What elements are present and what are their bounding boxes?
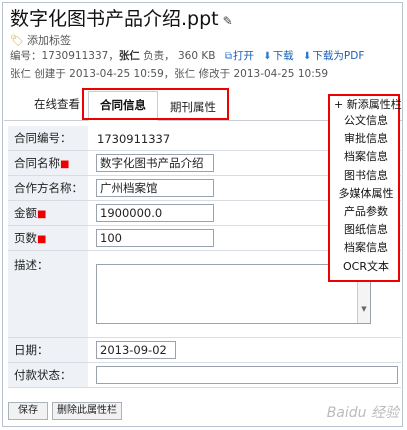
label-date: 日期： [8, 338, 88, 362]
edit-pencil-icon[interactable]: ✎ [223, 14, 233, 28]
input-amount[interactable]: 1900000.0 [96, 204, 214, 222]
owner-name: 张仁 [118, 50, 140, 62]
input-pages[interactable]: 100 [96, 229, 214, 247]
new-attr-list: 公文信息 审批信息 档案信息 图书信息 多媒体属性 产品参数 图纸信息 档案信息… [337, 112, 395, 276]
open-icon: ⧉ [224, 51, 232, 62]
tag-icon: 🏷 [10, 34, 24, 47]
doc-meta-line: 编号：1730911337，张仁 负责， 360 KB ⧉打开 ⬇下载 ⬇下载为… [10, 50, 365, 62]
row-payment: 付款状态： [8, 363, 401, 388]
download-link[interactable]: ⬇下载 [263, 50, 293, 62]
save-button[interactable]: 保存 [8, 402, 48, 420]
side-item-archive-info-2[interactable]: 档案信息 [337, 239, 395, 257]
tabs-highlight-box [82, 88, 229, 120]
input-date[interactable]: 2013-09-02 [96, 341, 176, 359]
open-label: 打开 [232, 50, 254, 62]
label-payment: 付款状态： [8, 363, 88, 387]
side-item-doc-info[interactable]: 公文信息 [337, 112, 395, 130]
label-contract-name-text: 合同名称 [14, 156, 60, 170]
side-item-archive-info[interactable]: 档案信息 [337, 148, 395, 166]
side-item-book-info[interactable]: 图书信息 [337, 167, 395, 185]
download-pdf-label: 下载为PDF [312, 50, 365, 62]
number-value: 1730911337 [41, 50, 109, 62]
side-item-approval-info[interactable]: 审批信息 [337, 130, 395, 148]
label-pages: 页数■ [8, 226, 88, 250]
label-contract-name: 合同名称■ [8, 151, 88, 175]
label-partner: 合作方名称： [8, 176, 88, 200]
required-marker: ■ [37, 234, 47, 245]
input-contract-name[interactable]: 数字化图书产品介绍 [96, 154, 214, 172]
owner-suffix: 负责 [143, 50, 165, 62]
side-item-multimedia[interactable]: 多媒体属性 [337, 185, 395, 203]
label-amount-text: 金额 [14, 206, 37, 220]
side-item-product-params[interactable]: 产品参数 [337, 203, 395, 221]
created-modified-line: 张仁 创建于 2013-04-25 10:59，张仁 修改于 2013-04-2… [10, 68, 329, 80]
add-tag-link[interactable]: 🏷 添加标签 [10, 32, 71, 48]
title-text: 数字化图书产品介绍.ppt [10, 8, 219, 30]
label-description: 描述： [8, 251, 88, 337]
required-marker: ■ [37, 209, 47, 220]
download-icon: ⬇ [263, 51, 272, 62]
delete-attr-button[interactable]: 删除此属性栏 [52, 402, 122, 420]
input-partner[interactable]: 广州档案馆 [96, 179, 214, 197]
row-date: 日期： 2013-09-02 [8, 338, 401, 363]
number-label: 编号： [10, 50, 42, 62]
open-link[interactable]: ⧉打开 [225, 50, 254, 62]
new-attr-header[interactable]: + 新添属性栏 [334, 96, 402, 112]
download-pdf-icon: ⬇ [303, 51, 312, 62]
label-pages-text: 页数 [14, 231, 37, 245]
required-marker: ■ [60, 159, 70, 170]
tab-online-view[interactable]: 在线查看 [34, 96, 80, 112]
download-pdf-link[interactable]: ⬇下载为PDF [303, 50, 364, 62]
file-size: 360 KB [178, 50, 216, 62]
label-contract-no: 合同编号： [8, 126, 88, 150]
label-amount: 金额■ [8, 201, 88, 225]
watermark: Baidu 经验 [326, 405, 399, 421]
side-item-ocr-text[interactable]: OCR文本 [337, 258, 395, 276]
input-payment[interactable] [96, 366, 398, 384]
document-title: 数字化图书产品介绍.ppt ✎ [10, 4, 233, 31]
side-item-drawing-info[interactable]: 图纸信息 [337, 221, 395, 239]
add-tag-label: 添加标签 [26, 34, 71, 47]
download-label: 下载 [272, 50, 294, 62]
value-contract-no: 1730911337 [97, 132, 171, 146]
